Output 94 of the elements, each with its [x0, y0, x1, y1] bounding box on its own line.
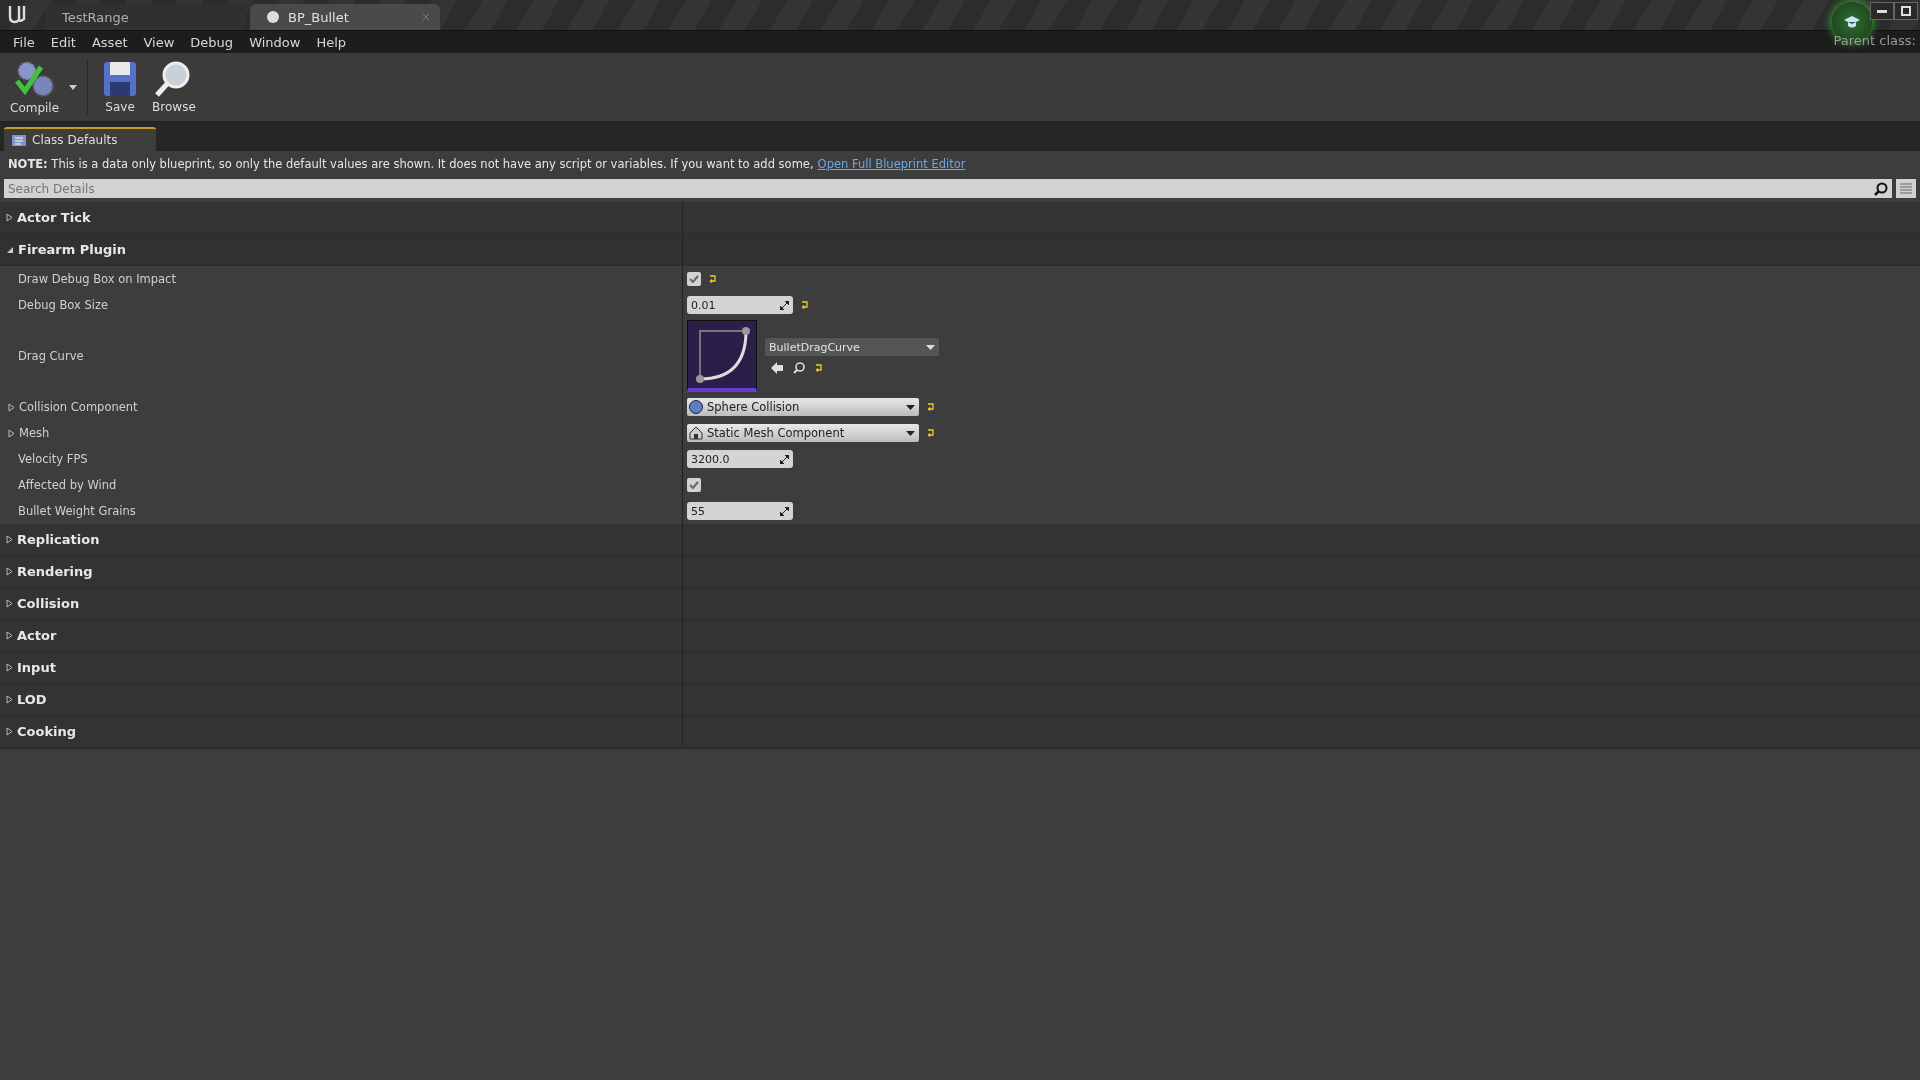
reset-arrow-icon[interactable] — [927, 429, 935, 437]
list-icon — [1900, 183, 1912, 194]
expander-icon[interactable] — [6, 567, 13, 576]
minimize-button[interactable] — [1870, 2, 1894, 20]
search-icon[interactable] — [793, 362, 805, 374]
spin-arrows-icon — [780, 506, 789, 516]
property-label: Mesh — [19, 426, 50, 440]
expander-icon[interactable] — [6, 213, 13, 222]
menu-item[interactable]: Window — [242, 34, 308, 50]
dropdown-caret-icon — [906, 430, 915, 436]
menu-item[interactable]: View — [136, 34, 182, 50]
number-field[interactable]: 55 — [687, 502, 793, 520]
search-button[interactable] — [1870, 179, 1892, 198]
checkmark-icon — [689, 481, 699, 489]
dropdown-caret-icon[interactable] — [69, 84, 78, 90]
spin-arrows-icon — [780, 454, 789, 464]
component-dropdown[interactable]: Sphere Collision — [687, 398, 919, 416]
menu-item[interactable]: Edit — [43, 34, 83, 50]
expander-icon[interactable] — [6, 535, 13, 544]
reset-arrow-icon[interactable] — [709, 275, 717, 283]
property-label: Velocity FPS — [17, 452, 88, 466]
dropdown-caret-icon — [906, 404, 915, 410]
category-row[interactable]: Replication — [0, 524, 1920, 556]
property-label: Debug Box Size — [17, 298, 109, 312]
expander-icon[interactable] — [6, 631, 13, 640]
menu-item[interactable]: Asset — [84, 34, 135, 50]
category-row[interactable]: Rendering — [0, 556, 1920, 588]
category-label: LOD — [17, 692, 47, 707]
menu-item[interactable]: Help — [309, 34, 354, 50]
expander-icon[interactable] — [6, 695, 13, 704]
number-value: 55 — [691, 504, 705, 518]
sphere-icon — [689, 400, 703, 414]
list-icon — [12, 134, 26, 146]
category-label: Rendering — [17, 564, 93, 579]
property-label: Affected by Wind — [17, 478, 117, 492]
parent-class-label: Parent class: — [1833, 33, 1916, 48]
expander-icon[interactable] — [6, 599, 13, 608]
category-label: Actor — [17, 628, 57, 643]
reset-arrow-icon[interactable] — [927, 403, 935, 411]
number-field[interactable]: 3200.0 — [687, 450, 793, 468]
category-label: Replication — [17, 532, 100, 547]
category-row[interactable]: Actor — [0, 620, 1920, 652]
expander-icon[interactable] — [8, 428, 15, 438]
property-label: Bullet Weight Grains — [17, 504, 136, 518]
restore-button[interactable] — [1894, 2, 1918, 20]
editor-link[interactable]: Open Full Blueprint Editor — [817, 157, 966, 171]
minimize-icon — [1877, 9, 1887, 13]
left-arrow-icon[interactable] — [771, 362, 783, 374]
logo-icon[interactable] — [6, 3, 28, 25]
dropdown-caret-icon — [926, 344, 935, 350]
number-value: 3200.0 — [691, 452, 730, 466]
toolbar-button[interactable]: Compile — [6, 59, 64, 115]
category-row[interactable]: LOD — [0, 684, 1920, 716]
category-row[interactable]: Cooking — [0, 716, 1920, 748]
category-label: Collision — [17, 596, 80, 611]
note-text: NOTE: This is a data only blueprint, so only the default values are shown. It does not have any script or variables. If you want to add some, Open Full Blueprint Editor — [7, 156, 967, 173]
checkbox[interactable] — [687, 272, 701, 286]
category-row[interactable]: Firearm Plugin — [0, 234, 1920, 266]
toolbar-button[interactable]: Browse — [148, 60, 200, 114]
reset-arrow-icon[interactable] — [815, 364, 823, 372]
number-value: 0.01 — [691, 298, 716, 312]
expander-icon[interactable] — [8, 402, 15, 412]
property-label: Drag Curve — [17, 349, 84, 363]
spin-arrows-icon — [780, 300, 789, 310]
expander-icon[interactable] — [6, 663, 13, 672]
search-field[interactable]: Search Details — [4, 179, 1870, 198]
property-label: Collision Component — [19, 400, 138, 414]
menu-item[interactable]: Debug — [183, 34, 241, 50]
graduation-cap-icon — [1844, 15, 1860, 29]
document-tab[interactable]: TestRange — [46, 4, 246, 30]
sphere-icon — [266, 10, 280, 24]
category-row[interactable]: Collision — [0, 588, 1920, 620]
toolbar-button[interactable]: Save — [98, 60, 143, 114]
expander-icon[interactable] — [6, 727, 13, 736]
checkbox[interactable] — [687, 478, 701, 492]
restore-icon — [1901, 6, 1911, 16]
category-label: Actor Tick — [17, 210, 91, 225]
category-label: Input — [17, 660, 56, 675]
category-label: Firearm Plugin — [18, 242, 127, 257]
panel-tab[interactable]: Class Defaults — [4, 127, 156, 151]
document-tab[interactable]: BP_Bullet — [250, 4, 440, 30]
house-icon — [689, 426, 703, 440]
checkmark-icon — [689, 275, 699, 283]
category-row[interactable]: Input — [0, 652, 1920, 684]
menu-item[interactable]: File — [6, 34, 42, 50]
number-field[interactable]: 0.01 — [687, 296, 793, 314]
category-label: Cooking — [17, 724, 77, 739]
asset-dropdown[interactable]: BulletDragCurve — [765, 338, 939, 356]
property-label: Draw Debug Box on Impact — [17, 272, 176, 286]
search-icon — [1874, 181, 1888, 196]
category-row[interactable]: Actor Tick — [0, 202, 1920, 234]
reset-arrow-icon[interactable] — [801, 301, 809, 309]
expander-icon[interactable] — [6, 245, 14, 254]
component-dropdown[interactable]: Static Mesh Component — [687, 424, 919, 442]
